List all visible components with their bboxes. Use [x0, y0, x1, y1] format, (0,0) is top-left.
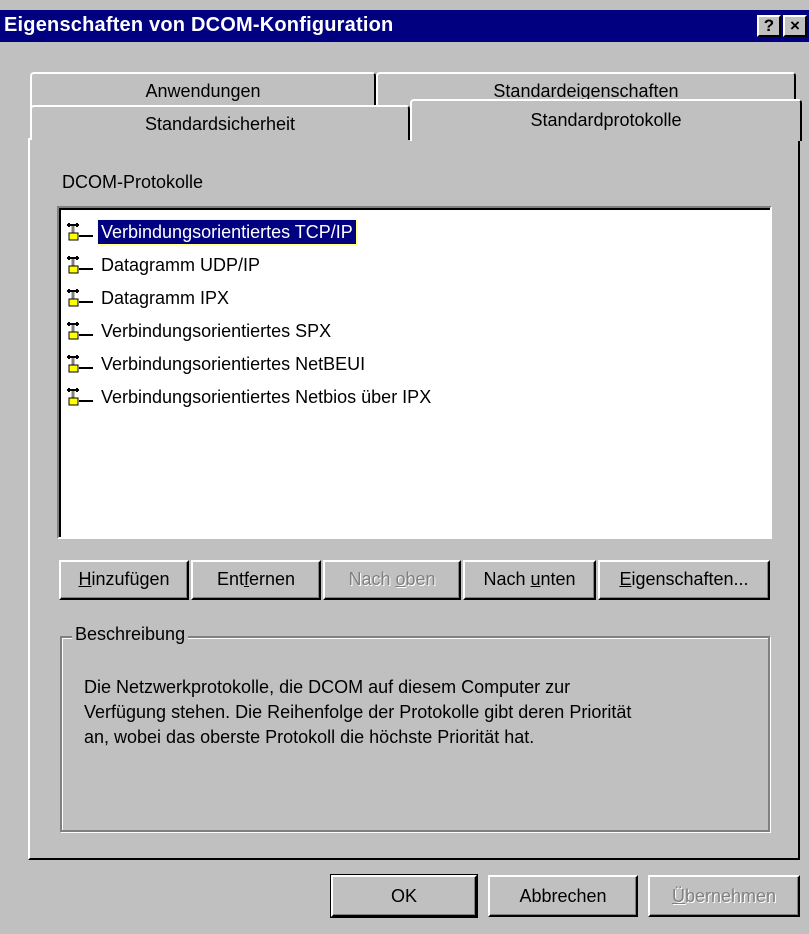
list-item-label: Verbindungsorientiertes TCP/IP — [97, 219, 357, 245]
list-item[interactable]: Verbindungsorientiertes NetBEUI — [65, 350, 368, 378]
window-title: Eigenschaften von DCOM-Konfiguration — [4, 14, 394, 36]
move-down-button[interactable]: Nach unten — [463, 560, 596, 600]
protocols-label: DCOM-Protokolle — [62, 172, 204, 192]
tab-standardprotokolle[interactable]: Standardprotokolle — [410, 99, 802, 141]
network-protocol-icon — [67, 256, 93, 274]
remove-button[interactable]: Entfernen — [191, 560, 321, 600]
title-bar[interactable]: Eigenschaften von DCOM-Konfiguration ? × — [0, 10, 809, 42]
list-item-label: Verbindungsorientiertes SPX — [101, 321, 332, 341]
properties-button[interactable]: Eigenschaften... — [598, 560, 770, 600]
list-item-label: Verbindungsorientiertes Netbios über IPX — [101, 387, 432, 407]
description-line: Verfügung stehen. Die Reihenfolge der Pr… — [84, 702, 632, 722]
tab-standardsicherheit[interactable]: Standardsicherheit — [30, 105, 410, 140]
description-line: an, wobei das oberste Protokoll die höch… — [84, 727, 535, 747]
ok-button[interactable]: OK — [330, 874, 478, 918]
network-protocol-icon — [67, 355, 93, 373]
move-up-button[interactable]: Nach oben — [323, 560, 461, 600]
network-protocol-icon — [67, 223, 93, 241]
network-protocol-icon — [67, 322, 93, 340]
description-text: Die Netzwerkprotokolle, die DCOM auf die… — [84, 675, 754, 750]
close-button[interactable]: × — [783, 15, 807, 37]
protocol-listbox[interactable]: Verbindungsorientiertes TCP/IP Datagramm… — [57, 206, 772, 539]
cancel-button[interactable]: Abbrechen — [488, 875, 638, 917]
list-item-label: Datagramm IPX — [101, 288, 230, 308]
list-item[interactable]: Verbindungsorientiertes Netbios über IPX — [65, 383, 434, 411]
tab-label: Standardprotokolle — [530, 110, 682, 130]
description-title: Beschreibung — [72, 623, 189, 645]
help-button[interactable]: ? — [757, 15, 781, 37]
dialog-window: Eigenschaften von DCOM-Konfiguration ? ×… — [0, 0, 809, 934]
list-item-label: Datagramm UDP/IP — [101, 255, 261, 275]
network-protocol-icon — [67, 388, 93, 406]
network-protocol-icon — [67, 289, 93, 307]
add-button[interactable]: Hinzufügen — [59, 560, 189, 600]
description-line: Die Netzwerkprotokolle, die DCOM auf die… — [84, 677, 571, 697]
list-item-label: Verbindungsorientiertes NetBEUI — [101, 354, 366, 374]
list-item[interactable]: Verbindungsorientiertes TCP/IP — [65, 218, 357, 246]
tab-label: Anwendungen — [145, 81, 261, 101]
list-item[interactable]: Datagramm IPX — [65, 284, 232, 312]
tab-label: Standardeigenschaften — [493, 81, 679, 101]
apply-button[interactable]: Übernehmen — [648, 875, 800, 917]
tab-label: Standardsicherheit — [144, 114, 296, 134]
list-item[interactable]: Datagramm UDP/IP — [65, 251, 263, 279]
list-item[interactable]: Verbindungsorientiertes SPX — [65, 317, 334, 345]
